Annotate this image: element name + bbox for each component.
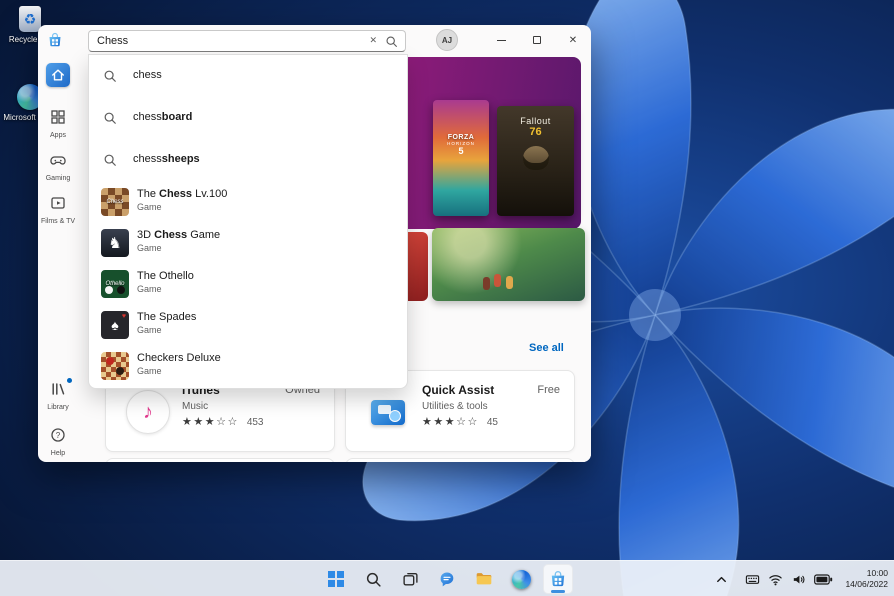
- library-books-icon: [50, 381, 66, 397]
- chat-icon: [438, 570, 456, 588]
- tray-chevron-up-icon[interactable]: [714, 572, 729, 587]
- suggestion-3d-chess-game[interactable]: ♞ 3D Chess Game Game: [89, 222, 409, 263]
- the-spades-icon: ♠♥: [101, 311, 129, 339]
- file-explorer-button[interactable]: [469, 564, 499, 594]
- store-logo-icon: [47, 32, 63, 48]
- see-all-link[interactable]: See all: [529, 342, 564, 354]
- maximize-icon: [533, 36, 541, 44]
- edge-button[interactable]: [506, 564, 536, 594]
- suggestion-the-spades[interactable]: ♠♥ The Spades Game: [89, 304, 409, 345]
- home-icon: [46, 63, 70, 87]
- music-note-icon: ♪: [143, 401, 153, 424]
- 3d-chess-game-icon: ♞: [101, 229, 129, 257]
- search-icon: [365, 571, 382, 588]
- rating-stars: ★★★☆☆45: [422, 415, 498, 428]
- suggestion-term-chessboard[interactable]: chessboard: [89, 97, 409, 139]
- itunes-icon: ♪: [126, 390, 170, 434]
- suggestion-checkers-deluxe[interactable]: Checkers Deluxe Game: [89, 345, 409, 386]
- minimize-icon: [497, 40, 506, 41]
- close-button[interactable]: ✕: [555, 25, 591, 55]
- film-icon: [50, 195, 66, 211]
- edge-icon: [512, 570, 531, 589]
- system-tray: 10:00 14/06/2022: [714, 561, 888, 596]
- apps-grid-icon: [50, 109, 66, 125]
- suggestion-the-othello[interactable]: Othello The Othello Game: [89, 263, 409, 304]
- free-badge: Free: [537, 384, 560, 396]
- partial-card-bottom-left[interactable]: [105, 458, 335, 462]
- search-icon: [103, 111, 117, 125]
- the-othello-icon: Othello: [101, 270, 129, 298]
- battery-icon[interactable]: [814, 574, 833, 585]
- partial-card-bottom-right[interactable]: [345, 458, 575, 462]
- sidebar: Apps Gaming Films & TV Library Help: [38, 55, 78, 462]
- account-avatar[interactable]: AJ: [436, 29, 458, 51]
- library-update-badge: [67, 378, 72, 383]
- store-taskbar-button[interactable]: [543, 564, 573, 594]
- quick-assist-icon: [366, 390, 410, 434]
- minimize-button[interactable]: [483, 25, 519, 55]
- taskbar-center-icons: [321, 564, 573, 594]
- volume-icon[interactable]: [791, 572, 806, 587]
- wifi-icon[interactable]: [768, 572, 783, 587]
- sidebar-item-library[interactable]: Library: [38, 381, 78, 412]
- taskbar: 10:00 14/06/2022: [0, 560, 894, 596]
- sidebar-item-films-tv[interactable]: Films & TV: [38, 195, 78, 226]
- close-icon: ✕: [569, 35, 577, 46]
- desktop: ♻ Recycle Bin Microsoft Edge Chess ✕ AJ …: [0, 0, 894, 596]
- search-box[interactable]: Chess ✕: [88, 30, 406, 52]
- task-view-button[interactable]: [395, 564, 425, 594]
- keyboard-icon[interactable]: [745, 572, 760, 587]
- task-view-icon: [402, 571, 419, 588]
- sidebar-item-gaming[interactable]: Gaming: [38, 152, 78, 183]
- gamepad-icon: [50, 152, 66, 168]
- sidebar-item-apps[interactable]: Apps: [38, 109, 78, 140]
- rating-stars: ★★★☆☆453: [182, 415, 264, 428]
- search-icon: [103, 69, 117, 83]
- store-icon: [549, 570, 567, 588]
- card-category: Utilities & tools: [422, 401, 488, 412]
- clear-search-icon[interactable]: ✕: [369, 35, 377, 46]
- suggestion-the-chess-lv100[interactable]: Chess The Chess Lv.100 Game: [89, 181, 409, 222]
- maximize-button[interactable]: [519, 25, 555, 55]
- checkers-deluxe-icon: [101, 352, 129, 380]
- sidebar-item-home[interactable]: [38, 63, 78, 87]
- fallout-helmet-art: [523, 146, 549, 170]
- search-icon[interactable]: [385, 35, 398, 48]
- chat-button[interactable]: [432, 564, 462, 594]
- suggestion-term-chess[interactable]: chess: [89, 55, 409, 97]
- forza-horizon-5-cover[interactable]: FORZA HORIZON 5: [433, 100, 489, 216]
- suggestion-term-chesssheeps[interactable]: chesssheeps: [89, 139, 409, 181]
- fallout-76-cover[interactable]: Fallout 76: [497, 106, 574, 216]
- search-input[interactable]: Chess: [97, 35, 128, 47]
- titlebar: Chess ✕ AJ ✕: [38, 25, 591, 55]
- the-chess-lv100-icon: Chess: [101, 188, 129, 216]
- start-button[interactable]: [321, 564, 351, 594]
- window-controls: ✕: [483, 25, 591, 55]
- help-icon: [50, 427, 66, 443]
- featured-game-card[interactable]: [432, 228, 585, 301]
- folder-icon: [475, 570, 493, 588]
- windows-logo-icon: [328, 571, 344, 587]
- clock-time: 10:00: [845, 568, 888, 579]
- rating-count: 453: [247, 417, 264, 428]
- taskbar-search-button[interactable]: [358, 564, 388, 594]
- rating-count: 45: [487, 417, 498, 428]
- sidebar-item-help[interactable]: Help: [38, 427, 78, 458]
- taskbar-clock[interactable]: 10:00 14/06/2022: [845, 568, 888, 591]
- search-icon: [103, 153, 117, 167]
- card-category: Music: [182, 401, 208, 412]
- clock-date: 14/06/2022: [845, 579, 888, 590]
- store-window: Chess ✕ AJ ✕ Apps Gaming: [38, 25, 591, 462]
- search-suggestions-dropdown: chess chessboard chesssheeps Chess The C…: [88, 54, 408, 389]
- card-title: Quick Assist: [422, 383, 494, 397]
